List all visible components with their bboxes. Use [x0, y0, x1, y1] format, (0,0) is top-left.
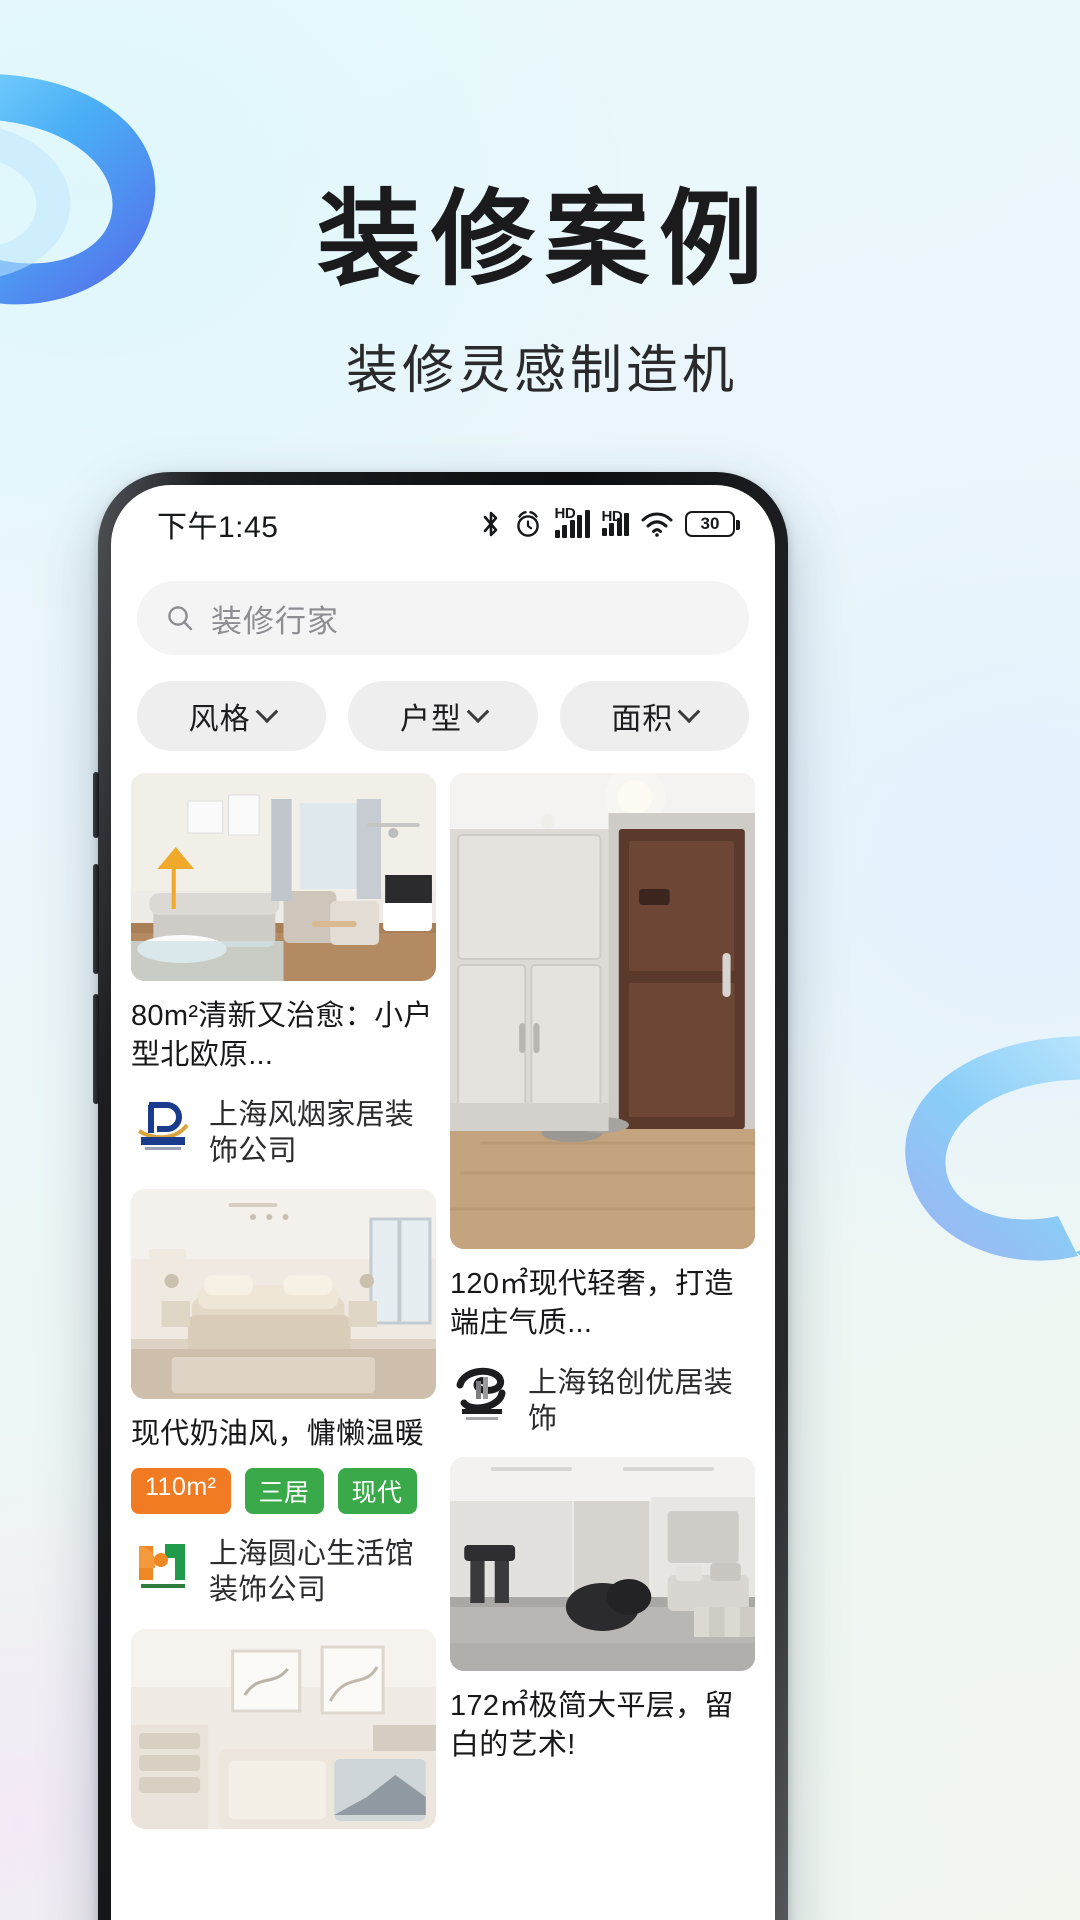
phone-button-power — [93, 772, 99, 838]
battery-icon: 30 — [685, 511, 740, 537]
case-tag-style: 现代 — [337, 1468, 417, 1515]
filter-chip-area[interactable]: 面积 — [559, 681, 749, 751]
hd-signal-icon-secondary: HD — [601, 509, 629, 536]
status-bar: 下午1:45 HD HD 30 — [111, 485, 775, 557]
mingchuang-youju-logo — [450, 1358, 514, 1423]
page-subtitle: 装修灵感制造机 — [345, 342, 738, 400]
filter-chip-style[interactable]: 风格 — [137, 681, 327, 751]
filter-bar: 风格 户型 面积 — [111, 655, 775, 751]
case-title: 120㎡现代轻奢，打造端庄气质... — [450, 1268, 734, 1339]
battery-level: 30 — [700, 514, 720, 533]
hd-label-secondary: HD — [601, 507, 623, 525]
case-thumbnail[interactable] — [450, 1457, 755, 1672]
case-shop[interactable]: 上海铭创优居装饰 — [450, 1358, 755, 1438]
filter-chip-layout[interactable]: 户型 — [348, 681, 538, 751]
filter-chip-style-label: 风格 — [188, 703, 251, 736]
phone-button-volume-down — [93, 994, 99, 1104]
chevron-down-icon — [255, 700, 278, 724]
case-shop-name: 上海圆心生活馆装饰公司 — [209, 1538, 415, 1607]
case-thumbnail[interactable] — [131, 1628, 436, 1829]
case-tag-layout: 三居 — [244, 1468, 324, 1515]
phone-button-volume-up — [93, 864, 99, 974]
case-thumbnail[interactable] — [131, 773, 436, 981]
yuanxin-shenghuoguan-logo — [131, 1530, 195, 1595]
filter-chip-layout-label: 户型 — [399, 703, 462, 736]
case-card[interactable]: 现代奶油风，慵懒温暖 110m² 三居 现代 上海圆心生活馆装饰公司 — [131, 1189, 436, 1608]
search-input[interactable]: 装修行家 — [137, 581, 749, 655]
case-tag-area: 110m² — [131, 1468, 231, 1515]
hd-signal-icon: HD — [554, 506, 590, 538]
case-list: 80m²清新又治愈：小户型北欧原... 上海风烟家居装饰公司 现代奶油风，慵懒温… — [111, 751, 775, 1829]
chevron-down-icon — [466, 700, 490, 724]
filter-chip-area-label: 面积 — [611, 703, 674, 736]
status-time: 下午1:45 — [157, 511, 279, 544]
case-title: 80m²清新又治愈：小户型北欧原... — [131, 1000, 433, 1071]
case-card[interactable]: 172㎡极简大平层，留白的艺术! — [450, 1457, 755, 1765]
wifi-icon — [640, 510, 674, 538]
alarm-icon — [513, 509, 543, 539]
case-title: 现代奶油风，慵懒温暖 — [131, 1418, 425, 1451]
case-card[interactable]: 120㎡现代轻奢，打造端庄气质... 上海铭创优居装饰 — [450, 773, 755, 1437]
case-list-column-left: 80m²清新又治愈：小户型北欧原... 上海风烟家居装饰公司 现代奶油风，慵懒温… — [131, 773, 436, 1829]
chevron-down-icon — [677, 700, 701, 724]
case-shop[interactable]: 上海风烟家居装饰公司 — [131, 1090, 436, 1170]
case-list-column-right: 120㎡现代轻奢，打造端庄气质... 上海铭创优居装饰 172㎡极简大平层，留白… — [450, 773, 755, 1829]
case-shop[interactable]: 上海圆心生活馆装饰公司 — [131, 1530, 436, 1609]
bluetooth-icon — [480, 509, 502, 539]
search-icon — [165, 603, 195, 633]
case-shop-name: 上海铭创优居装饰 — [528, 1366, 734, 1435]
status-icons: HD HD 30 — [480, 506, 740, 539]
case-thumbnail[interactable] — [450, 773, 755, 1249]
case-thumbnail[interactable] — [131, 1189, 436, 1400]
case-shop-name: 上海风烟家居装饰公司 — [209, 1098, 415, 1167]
case-tags: 110m² 三居 现代 — [131, 1468, 436, 1515]
case-card[interactable] — [131, 1628, 436, 1829]
hd-label: HD — [554, 505, 576, 522]
search-placeholder: 装修行家 — [211, 603, 339, 639]
page-title: 装修案例 — [316, 183, 773, 298]
decorative-arrow-right-icon — [840, 1010, 1080, 1310]
promo-stage: 装修案例 装修灵感制造机 下午1:45 HD HD 30 装修行家 风格 户型 … — [0, 0, 1080, 1920]
dongfan-zhuangshi-logo — [131, 1090, 195, 1155]
case-title: 172㎡极简大平层，留白的艺术! — [450, 1690, 734, 1762]
phone-mockup: 下午1:45 HD HD 30 装修行家 风格 户型 面积 80m²清新又治愈：… — [93, 472, 788, 1920]
app-content: 装修行家 风格 户型 面积 80m²清新又治愈：小户型北欧原... 上海风烟家居… — [111, 557, 775, 1920]
phone-screen: 下午1:45 HD HD 30 装修行家 风格 户型 面积 80m²清新又治愈：… — [111, 485, 775, 1920]
case-card[interactable]: 80m²清新又治愈：小户型北欧原... 上海风烟家居装饰公司 — [131, 773, 436, 1169]
